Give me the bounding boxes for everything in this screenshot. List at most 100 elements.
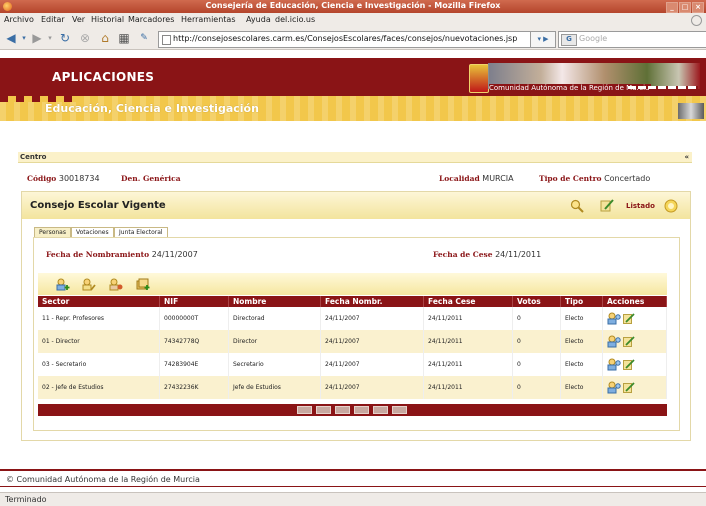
- view-person-icon[interactable]: [607, 358, 621, 371]
- edit-icon[interactable]: [623, 312, 635, 324]
- search-engine-icon[interactable]: G: [561, 34, 577, 46]
- apps-title[interactable]: APLICACIONES: [52, 70, 154, 84]
- back-dropdown-icon[interactable]: ▾: [20, 30, 28, 46]
- menu-herramientas[interactable]: Herramientas: [181, 15, 236, 24]
- menu-historial[interactable]: Historial: [91, 15, 124, 24]
- minimize-button[interactable]: _: [666, 2, 678, 13]
- address-bar[interactable]: http://consejosescolares.carm.es/Consejo…: [158, 31, 544, 48]
- row-actions: [607, 381, 637, 395]
- maximize-button[interactable]: □: [679, 2, 691, 13]
- consejo-header: Consejo Escolar Vigente Listado: [22, 192, 690, 219]
- delete-person-icon[interactable]: [109, 278, 123, 291]
- cell-tipo: Electo: [560, 330, 603, 353]
- col-votos[interactable]: Votos: [512, 296, 561, 307]
- back-icon[interactable]: ◀: [4, 30, 18, 46]
- col-tipo[interactable]: Tipo: [560, 296, 603, 307]
- table-row[interactable]: 02 - Jefe de Estudios 27432236K Jefe de Es…: [38, 376, 667, 399]
- search-icon[interactable]: [570, 199, 584, 213]
- col-fecha-nombr[interactable]: Fecha Nombr.: [320, 296, 424, 307]
- cell-fecha-nombr: 24/11/2007: [320, 353, 424, 376]
- cell-nombre: Director: [228, 330, 321, 353]
- row-actions: [607, 335, 637, 349]
- edit-icon[interactable]: [623, 358, 635, 370]
- search-input[interactable]: G Google: [558, 31, 706, 48]
- cell-votos: 0: [512, 376, 561, 399]
- section-title: Educación, Ciencia e Investigación: [45, 102, 259, 115]
- menu-ver[interactable]: Ver: [72, 15, 85, 24]
- codigo-label: Código: [27, 174, 57, 183]
- codigo-field: Código 30018734: [27, 174, 100, 183]
- window-titlebar: Consejería de Educación, Ciencia e Inves…: [0, 0, 706, 13]
- cese-label: Fecha de Cese: [433, 250, 493, 259]
- cell-fecha-nombr: 24/11/2007: [320, 376, 424, 399]
- col-sector[interactable]: Sector: [38, 296, 160, 307]
- table-row[interactable]: 03 - Secretario 74283904E Secretario 24/11/…: [38, 353, 667, 376]
- centro-label: Centro: [20, 153, 47, 161]
- footer-divider-bottom: [0, 486, 706, 487]
- cell-tipo: Electo: [560, 376, 603, 399]
- collapse-icon[interactable]: «: [684, 153, 689, 161]
- pager-next-button[interactable]: [373, 406, 388, 414]
- menu-marcadores[interactable]: Marcadores: [128, 15, 174, 24]
- forward-dropdown-icon[interactable]: ▾: [46, 30, 54, 46]
- table-row[interactable]: 01 - Director 74342778Q Director 24/11/2007…: [38, 330, 667, 353]
- edit-icon[interactable]: [623, 335, 635, 347]
- cell-fecha-cese: 24/11/2011: [423, 376, 513, 399]
- col-nombre[interactable]: Nombre: [228, 296, 321, 307]
- cell-acciones: [602, 307, 667, 330]
- cell-fecha-cese: 24/11/2011: [423, 307, 513, 330]
- forward-icon[interactable]: ▶: [30, 30, 44, 46]
- centro-bar: Centro «: [18, 152, 692, 163]
- region-crest-icon: [469, 64, 489, 93]
- close-button[interactable]: ×: [692, 2, 704, 13]
- cell-nombre: Secretario: [228, 353, 321, 376]
- cell-acciones: [602, 330, 667, 353]
- go-button[interactable]: ▾ ▶: [530, 31, 556, 48]
- tag-icon[interactable]: ✎: [137, 30, 151, 46]
- sidebar-icon[interactable]: ▦: [117, 30, 131, 46]
- nombramiento-field: Fecha de Nombramiento 24/11/2007: [46, 250, 198, 259]
- pager-first-button[interactable]: [297, 406, 312, 414]
- pager-last-button[interactable]: [392, 406, 407, 414]
- edit-icon[interactable]: [623, 381, 635, 393]
- cell-acciones: [602, 353, 667, 376]
- refresh-icon[interactable]: [664, 199, 678, 213]
- view-person-icon[interactable]: [607, 335, 621, 348]
- table-row[interactable]: 11 - Repr. Profesores 00000000T Directorad…: [38, 307, 667, 330]
- group-add-icon[interactable]: [136, 278, 150, 291]
- localidad-value: MURCIA: [482, 174, 514, 183]
- tipo-value: Concertado: [604, 174, 651, 183]
- menu-editar[interactable]: Editar: [41, 15, 65, 24]
- menu-ayuda[interactable]: Ayuda: [246, 15, 271, 24]
- add-person-icon[interactable]: [56, 278, 70, 291]
- pager-page-button[interactable]: [335, 406, 350, 414]
- search-placeholder: Google: [579, 34, 608, 43]
- cell-nif: 00000000T: [159, 307, 229, 330]
- tipo-field: Tipo de Centro Concertado: [539, 174, 650, 183]
- list-edit-icon[interactable]: [600, 198, 614, 212]
- pager-page-button[interactable]: [354, 406, 369, 414]
- pager-prev-button[interactable]: [316, 406, 331, 414]
- reload-icon[interactable]: ↻: [58, 30, 72, 46]
- listado-link[interactable]: Listado: [626, 202, 655, 210]
- view-person-icon[interactable]: [607, 312, 621, 325]
- cese-field: Fecha de Cese 24/11/2011: [433, 250, 541, 259]
- localidad-label: Localidad: [439, 174, 480, 183]
- col-nif[interactable]: NIF: [159, 296, 229, 307]
- menu-archivo[interactable]: Archivo: [4, 15, 34, 24]
- window-title: Consejería de Educación, Ciencia e Inves…: [205, 1, 501, 10]
- status-bar: Terminado: [0, 492, 706, 506]
- menu-delicious[interactable]: del.icio.us: [275, 15, 315, 24]
- view-person-icon[interactable]: [607, 381, 621, 394]
- den-field: Den. Genérica: [121, 174, 181, 183]
- status-text: Terminado: [5, 495, 47, 504]
- cell-fecha-cese: 24/11/2011: [423, 353, 513, 376]
- url-text: http://consejosescolares.carm.es/Consejo…: [173, 34, 518, 43]
- page-icon: [162, 35, 171, 45]
- stop-icon[interactable]: ⊗: [78, 30, 92, 46]
- cell-nif: 74283904E: [159, 353, 229, 376]
- home-icon[interactable]: ⌂: [98, 30, 112, 46]
- col-fecha-cese[interactable]: Fecha Cese: [423, 296, 513, 307]
- cell-fecha-cese: 24/11/2011: [423, 330, 513, 353]
- edit-person-icon[interactable]: [82, 278, 96, 291]
